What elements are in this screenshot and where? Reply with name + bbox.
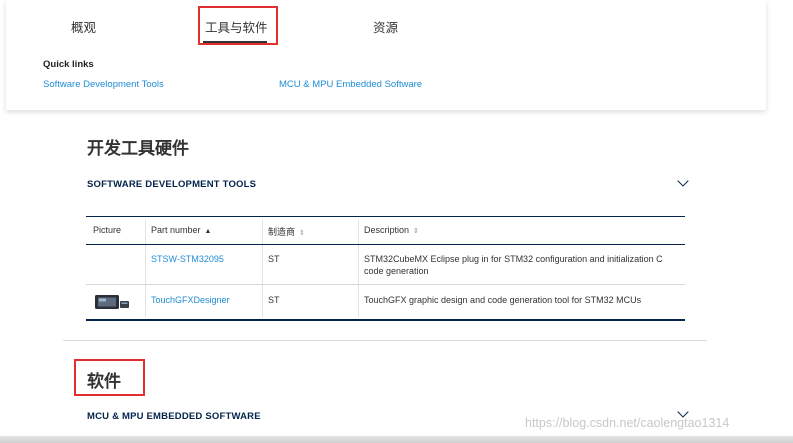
section-heading-software: 软件 [87,372,121,391]
col-header-manufacturer[interactable]: 制造商 ⇕ [268,225,305,238]
bottom-scroll-strip [0,436,793,443]
quick-link-mcu-mpu-software[interactable]: MCU & MPU Embedded Software [279,79,422,90]
section-heading-dev-tools: 开发工具硬件 [87,139,189,158]
manufacturer-cell: ST [268,295,280,305]
watermark-text: https://blog.csdn.net/caolengtao1314 [525,416,730,430]
accordion-mcu-mpu-software[interactable]: MCU & MPU EMBEDDED SOFTWARE [87,411,261,422]
col-header-part-number[interactable]: Part number ▲ [151,225,211,235]
tab-overview[interactable]: 概观 [71,17,96,36]
manufacturer-cell: ST [268,254,280,264]
top-nav-panel: 概观 工具与软件 资源 Quick links Software Develop… [6,0,766,110]
description-cell-cont: code generation [364,266,429,276]
product-thumbnail-icon [95,295,129,309]
tab-resources[interactable]: 资源 [373,17,398,36]
quick-link-software-dev-tools[interactable]: Software Development Tools [43,79,164,90]
section-divider [63,340,707,341]
chevron-down-icon[interactable] [677,175,689,187]
accordion-software-dev-tools[interactable]: SOFTWARE DEVELOPMENT TOOLS [87,179,256,190]
sort-icon: ⇕ [413,228,419,235]
part-number-link[interactable]: STSW-STM32095 [151,253,224,265]
quick-links-title: Quick links [43,59,94,70]
sort-asc-icon: ▲ [204,228,212,235]
sort-icon: ⇕ [299,230,305,237]
part-number-link[interactable]: TouchGFXDesigner [151,294,230,306]
col-header-picture: Picture [93,225,122,235]
col-header-description[interactable]: Description ⇕ [364,225,419,235]
description-cell: TouchGFX graphic design and code generat… [364,295,642,305]
red-highlight-box-tools [198,6,278,45]
description-cell: STM32CubeMX Eclipse plug in for STM32 co… [364,254,663,264]
